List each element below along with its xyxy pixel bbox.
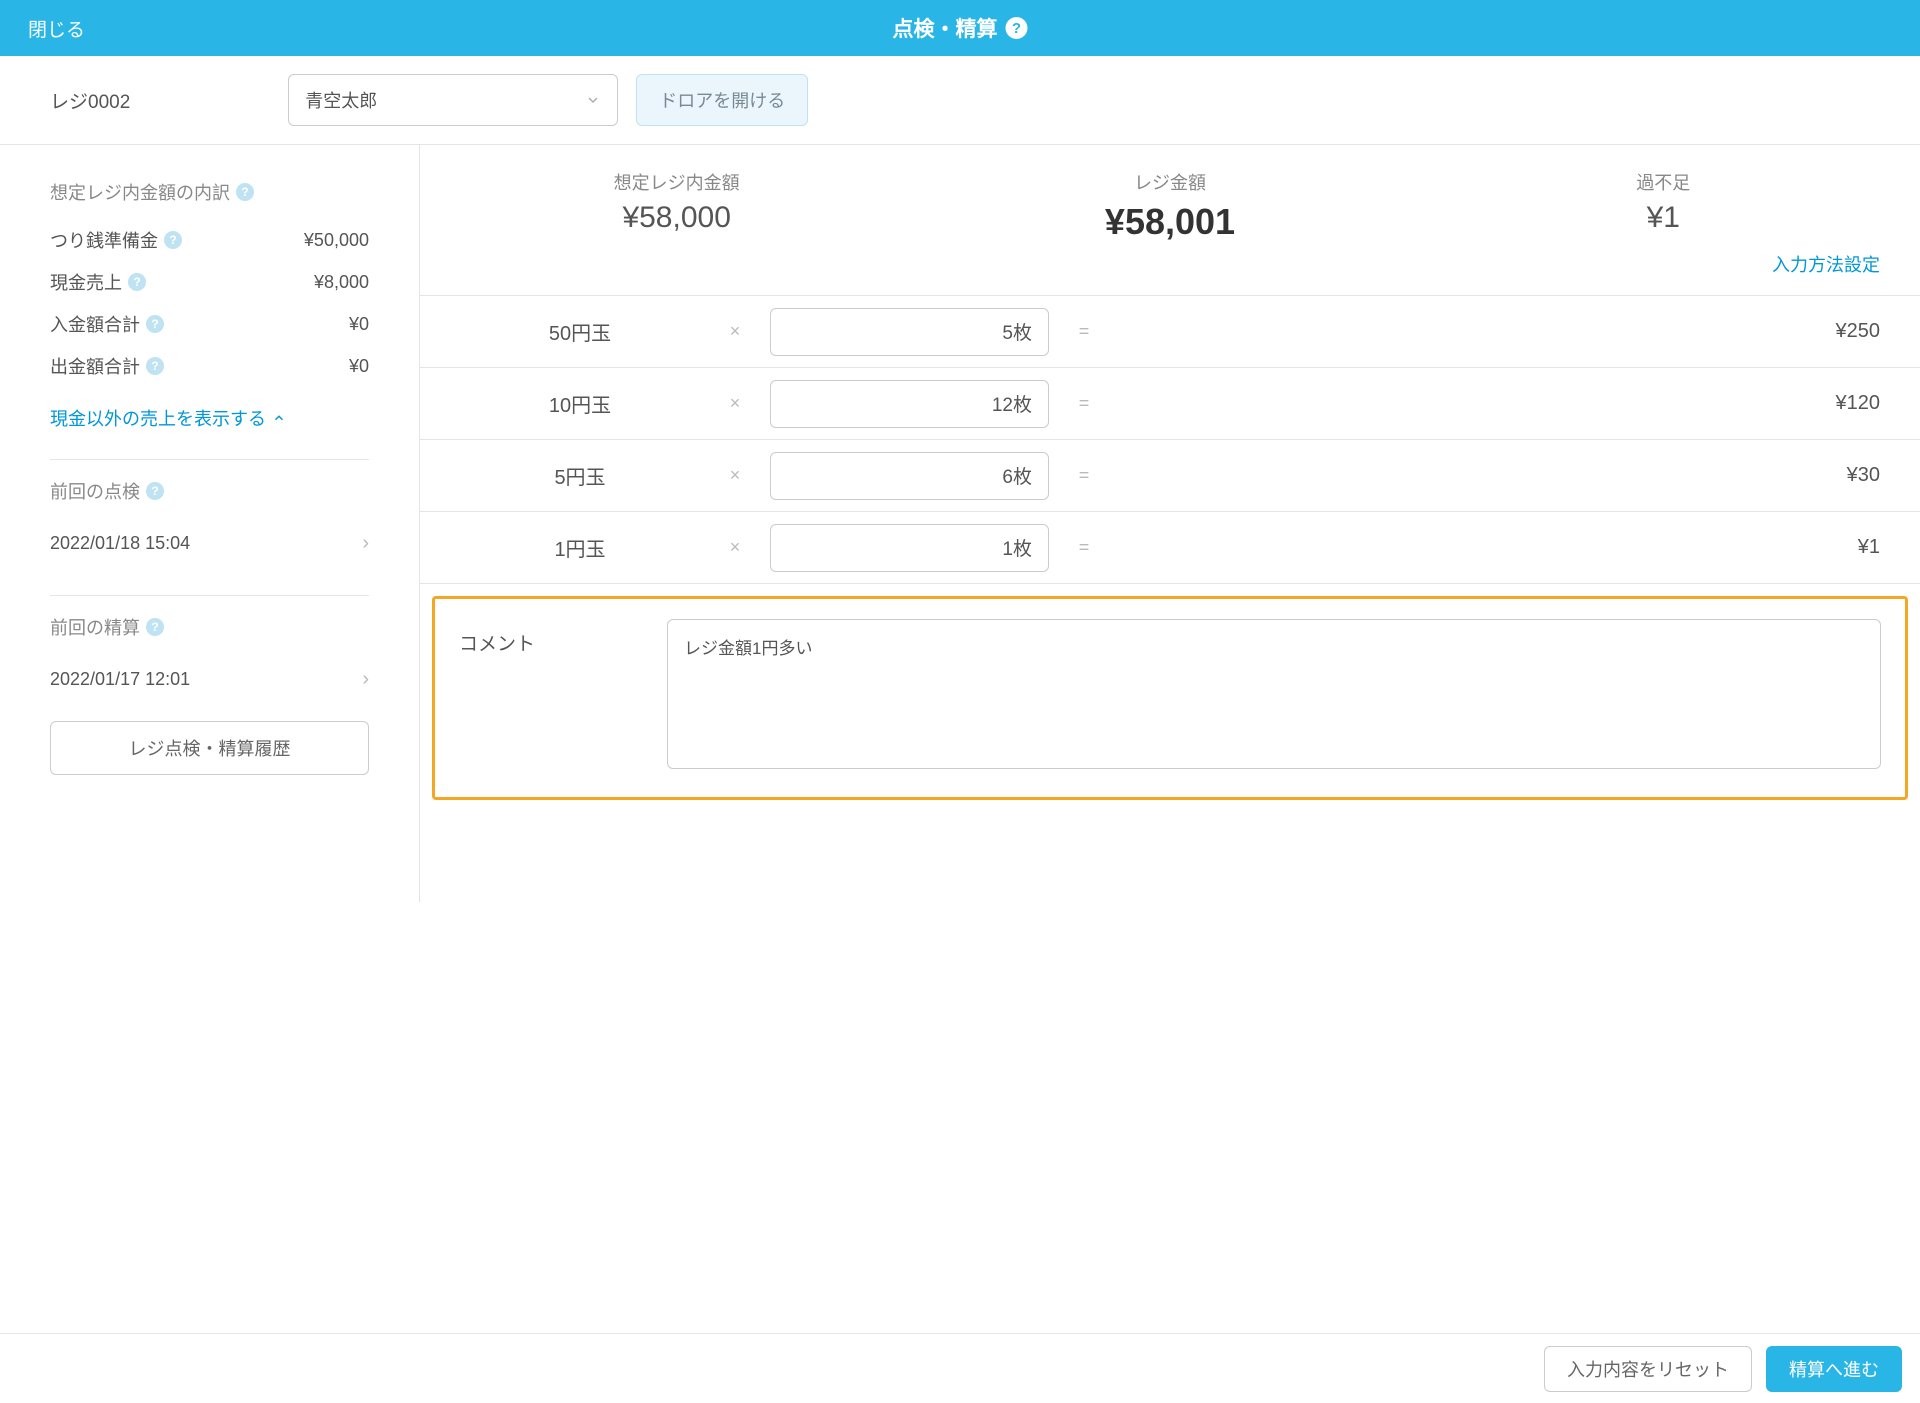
history-button[interactable]: レジ点検・精算履歴 — [50, 721, 369, 775]
actual-label: レジ金額 — [923, 169, 1416, 195]
close-button[interactable]: 閉じる — [28, 15, 85, 42]
diff-label: 過不足 — [1417, 169, 1910, 195]
reset-button[interactable]: 入力内容をリセット — [1544, 1346, 1752, 1392]
denom-label: 1円玉 — [460, 533, 700, 562]
chevron-right-icon: › — [362, 532, 369, 555]
breakdown-row: 現金売上 ? ¥8,000 — [50, 261, 369, 303]
staff-select[interactable]: 青空太郎 — [288, 74, 618, 126]
breakdown-row: 入金額合計 ? ¥0 — [50, 303, 369, 345]
denomination-row: 10円玉 × = ¥120 — [420, 368, 1920, 440]
times-icon: × — [720, 321, 750, 342]
expected-value: ¥58,000 — [430, 201, 923, 235]
chevron-right-icon: › — [362, 668, 369, 691]
breakdown-row: つり銭準備金 ? ¥50,000 — [50, 219, 369, 261]
help-icon[interactable]: ? — [236, 183, 254, 201]
breakdown-value: ¥0 — [349, 356, 369, 377]
open-drawer-button[interactable]: ドロアを開ける — [636, 74, 808, 126]
help-icon[interactable]: ? — [146, 618, 164, 636]
denom-count-input[interactable] — [770, 452, 1049, 500]
help-icon[interactable]: ? — [128, 273, 146, 291]
diff-value: ¥1 — [1417, 201, 1910, 235]
breakdown-value: ¥0 — [349, 314, 369, 335]
denom-label: 5円玉 — [460, 461, 700, 490]
header: 閉じる 点検・精算 ? — [0, 0, 1920, 56]
denom-label: 50円玉 — [460, 317, 700, 346]
times-icon: × — [720, 465, 750, 486]
help-icon[interactable]: ? — [1006, 17, 1028, 39]
last-settle-item[interactable]: 2022/01/17 12:01 › — [50, 654, 369, 711]
breakdown-row: 出金額合計 ? ¥0 — [50, 345, 369, 387]
denom-count-input[interactable] — [770, 524, 1049, 572]
breakdown-value: ¥50,000 — [304, 230, 369, 251]
breakdown-value: ¥8,000 — [314, 272, 369, 293]
comment-label: コメント — [459, 619, 639, 656]
help-icon[interactable]: ? — [146, 482, 164, 500]
footer: 入力内容をリセット 精算へ進む — [0, 1333, 1920, 1403]
denom-amount: ¥120 — [1119, 392, 1880, 415]
denom-amount: ¥1 — [1119, 536, 1880, 559]
content: 想定レジ内金額 ¥58,000 レジ金額 ¥58,001 過不足 ¥1 入力方法… — [420, 145, 1920, 902]
help-icon[interactable]: ? — [146, 357, 164, 375]
staff-select-value: 青空太郎 — [305, 87, 377, 113]
expected-label: 想定レジ内金額 — [430, 169, 923, 195]
comment-input[interactable] — [667, 619, 1881, 769]
proceed-button[interactable]: 精算へ進む — [1766, 1346, 1902, 1392]
help-icon[interactable]: ? — [146, 315, 164, 333]
summary-row: 想定レジ内金額 ¥58,000 レジ金額 ¥58,001 過不足 ¥1 — [420, 145, 1920, 243]
equals-icon: = — [1069, 321, 1099, 342]
sidebar: 想定レジ内金額の内訳 ? つり銭準備金 ? ¥50,000 現金売上 ? ¥8,… — [0, 145, 420, 902]
subheader: レジ0002 青空太郎 ドロアを開ける — [0, 56, 1920, 145]
input-method-link[interactable]: 入力方法設定 — [1772, 255, 1880, 275]
times-icon: × — [720, 537, 750, 558]
denomination-row: 50円玉 × = ¥250 — [420, 296, 1920, 368]
last-settle-title: 前回の精算 ? — [50, 614, 369, 640]
equals-icon: = — [1069, 537, 1099, 558]
expand-non-cash-link[interactable]: 現金以外の売上を表示する — [50, 405, 369, 431]
denom-amount: ¥30 — [1119, 464, 1880, 487]
help-icon[interactable]: ? — [164, 231, 182, 249]
times-icon: × — [720, 393, 750, 414]
equals-icon: = — [1069, 465, 1099, 486]
page-title-text: 点検・精算 — [893, 13, 998, 43]
equals-icon: = — [1069, 393, 1099, 414]
denom-count-input[interactable] — [770, 308, 1049, 356]
comment-section: コメント — [432, 596, 1908, 800]
denomination-table: 50円玉 × = ¥250 10円玉 × = ¥120 5円玉 × = ¥30 … — [420, 295, 1920, 584]
page-title: 点検・精算 ? — [893, 13, 1028, 43]
denomination-row: 5円玉 × = ¥30 — [420, 440, 1920, 512]
actual-value: ¥58,001 — [923, 201, 1416, 243]
denom-amount: ¥250 — [1119, 320, 1880, 343]
register-label: レジ0002 — [50, 87, 130, 114]
chevron-down-icon — [585, 92, 601, 108]
chevron-up-icon — [272, 411, 286, 425]
last-check-title: 前回の点検 ? — [50, 478, 369, 504]
denom-label: 10円玉 — [460, 389, 700, 418]
denomination-row: 1円玉 × = ¥1 — [420, 512, 1920, 584]
breakdown-title: 想定レジ内金額の内訳 ? — [50, 179, 369, 205]
last-check-item[interactable]: 2022/01/18 15:04 › — [50, 518, 369, 575]
denom-count-input[interactable] — [770, 380, 1049, 428]
